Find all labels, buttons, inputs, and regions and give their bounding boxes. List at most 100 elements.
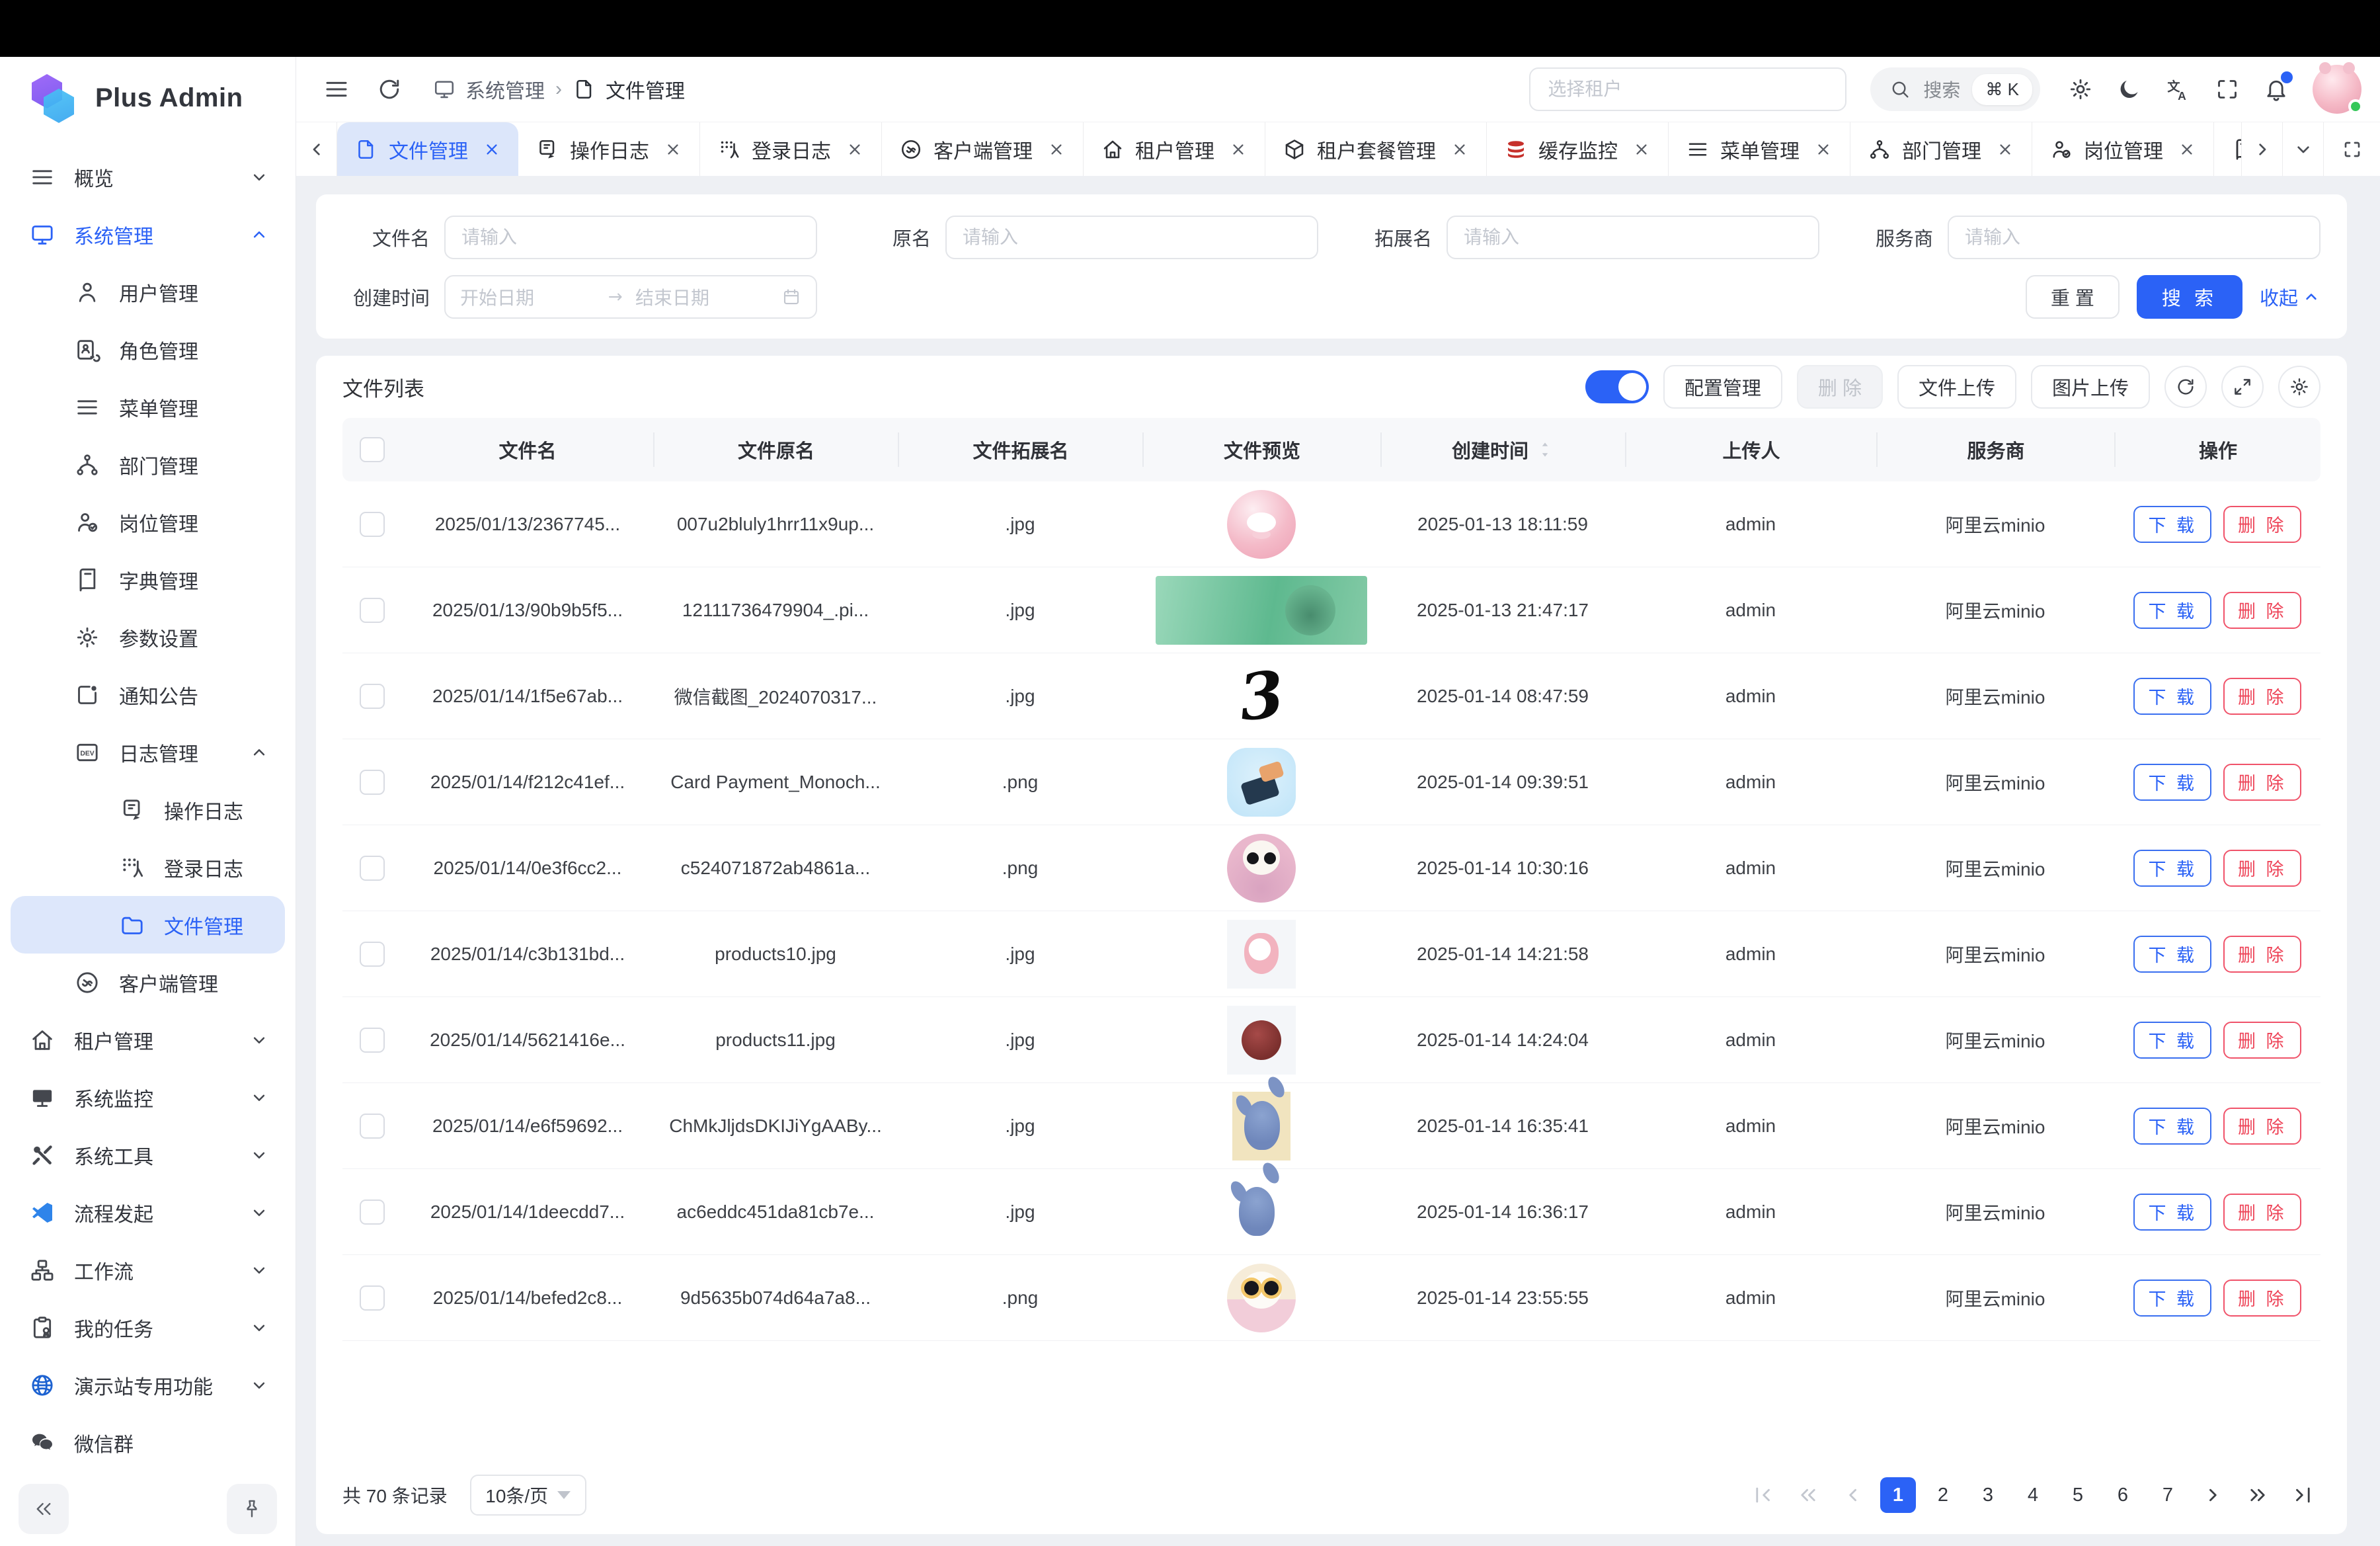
search-panel-toggle[interactable] [1585,370,1649,403]
tabs-scroll-right-button[interactable] [2241,122,2282,176]
close-icon[interactable] [1229,140,1248,159]
close-icon[interactable] [1450,140,1469,159]
field-input-3[interactable] [1948,216,2320,259]
download-button[interactable]: 下 载 [2133,678,2211,715]
sidebar-item-22[interactable]: 微信群 [11,1414,285,1471]
sidebar-item-20[interactable]: 我的任务 [11,1299,285,1356]
upload-image-button[interactable]: 图片上传 [2031,365,2150,409]
close-icon[interactable] [1996,140,2014,159]
download-button[interactable]: 下 载 [2133,592,2211,629]
tab-9[interactable]: 岗位管理 [2032,122,2214,176]
row-checkbox[interactable] [360,598,385,623]
sidebar-item-18[interactable]: 流程发起 [11,1184,285,1241]
date-range-input[interactable]: 开始日期 结束日期 [444,275,817,319]
row-checkbox[interactable] [360,942,385,967]
download-button[interactable]: 下 载 [2133,1022,2211,1059]
tab-2[interactable]: 登录日志 [700,122,882,176]
logo[interactable]: Plus Admin [0,57,296,139]
delete-button[interactable]: 删 除 [2223,764,2301,801]
sort-icon[interactable] [1535,440,1555,460]
sidebar-item-2[interactable]: 用户管理 [11,263,285,321]
close-icon[interactable] [1047,140,1066,159]
tab-0[interactable]: 文件管理 [337,122,518,176]
hamburger-menu-button[interactable] [323,75,350,103]
download-button[interactable]: 下 载 [2133,1280,2211,1317]
user-avatar[interactable] [2313,65,2361,114]
page-button-1[interactable]: 1 [1880,1477,1916,1513]
sidebar-item-5[interactable]: 部门管理 [11,436,285,493]
download-button[interactable]: 下 载 [2133,1194,2211,1231]
tab-4[interactable]: 租户管理 [1084,122,1265,176]
delete-button[interactable]: 删 除 [2223,936,2301,973]
row-checkbox[interactable] [360,512,385,537]
sidebar-item-1[interactable]: 系统管理 [11,206,285,263]
language-switch-button[interactable] [2154,65,2203,114]
preview-image[interactable] [1227,1264,1296,1332]
preview-image[interactable] [1227,490,1296,559]
tab-7[interactable]: 菜单管理 [1669,122,1850,176]
tenant-select-input[interactable] [1529,67,1846,111]
download-button[interactable]: 下 载 [2133,936,2211,973]
search-button[interactable]: 搜 索 [2137,275,2242,319]
delete-button[interactable]: 删 除 [2223,1194,2301,1231]
preview-image[interactable]: 3 [1227,662,1296,731]
delete-button[interactable]: 删 除 [2223,1280,2301,1317]
row-checkbox[interactable] [360,770,385,795]
dark-mode-toggle[interactable] [2105,65,2154,114]
sidebar-item-13[interactable]: 文件管理 [11,896,285,954]
sidebar-item-6[interactable]: 岗位管理 [11,493,285,551]
close-icon[interactable] [1814,140,1833,159]
sidebar-item-7[interactable]: 字典管理 [11,551,285,608]
delete-button[interactable]: 删 除 [2223,1108,2301,1145]
preview-image[interactable] [1156,576,1367,645]
fullscreen-button[interactable] [2203,65,2252,114]
tab-5[interactable]: 租户套餐管理 [1265,122,1487,176]
download-button[interactable]: 下 载 [2133,764,2211,801]
row-checkbox[interactable] [360,1200,385,1225]
delete-button[interactable]: 删 除 [2223,1022,2301,1059]
content-fullscreen-button[interactable] [2323,122,2380,176]
config-manage-button[interactable]: 配置管理 [1663,365,1782,409]
download-button[interactable]: 下 载 [2133,506,2211,543]
next-page-button[interactable] [2195,1477,2231,1513]
page-button-4[interactable]: 4 [2015,1477,2051,1513]
row-checkbox[interactable] [360,1114,385,1139]
close-icon[interactable] [846,140,864,159]
delete-button[interactable]: 删 除 [2223,592,2301,629]
field-input-1[interactable] [945,216,1318,259]
first-page-button[interactable] [1745,1477,1781,1513]
page-button-2[interactable]: 2 [1925,1477,1961,1513]
global-search-button[interactable]: 搜索 ⌘ K [1870,67,2040,111]
close-icon[interactable] [2178,140,2196,159]
tab-6[interactable]: 缓存监控 [1487,122,1669,176]
last-page-button[interactable] [2285,1477,2320,1513]
breadcrumb-item-system[interactable]: 系统管理 [432,75,545,104]
sidebar-item-21[interactable]: 演示站专用功能 [11,1356,285,1414]
page-button-6[interactable]: 6 [2105,1477,2141,1513]
select-all-checkbox[interactable] [360,437,385,462]
settings-button[interactable] [2056,65,2105,114]
sidebar-item-19[interactable]: 工作流 [11,1241,285,1299]
sidebar-item-15[interactable]: 租户管理 [11,1011,285,1069]
breadcrumb-item-file[interactable]: 文件管理 [573,75,685,104]
prev-page-button[interactable] [1835,1477,1871,1513]
row-checkbox[interactable] [360,856,385,881]
collapse-sidebar-button[interactable] [19,1484,69,1534]
preview-image[interactable] [1227,1006,1296,1075]
sidebar-item-9[interactable]: 通知公告 [11,666,285,723]
sidebar-item-8[interactable]: 参数设置 [11,608,285,666]
sidebar-item-0[interactable]: 概览 [11,148,285,206]
sidebar-item-12[interactable]: 登录日志 [11,838,285,896]
close-icon[interactable] [483,140,501,159]
sidebar-item-4[interactable]: 菜单管理 [11,378,285,436]
row-checkbox[interactable] [360,684,385,709]
page-size-select[interactable]: 10条/页 [470,1475,586,1516]
refresh-page-button[interactable] [376,75,403,103]
delete-button[interactable]: 删 除 [2223,678,2301,715]
delete-button[interactable]: 删 除 [2223,850,2301,887]
row-checkbox[interactable] [360,1028,385,1053]
bulk-delete-button[interactable]: 删 除 [1797,365,1883,409]
notifications-button[interactable] [2252,65,2301,114]
page-button-3[interactable]: 3 [1970,1477,2006,1513]
preview-image[interactable] [1227,920,1296,989]
